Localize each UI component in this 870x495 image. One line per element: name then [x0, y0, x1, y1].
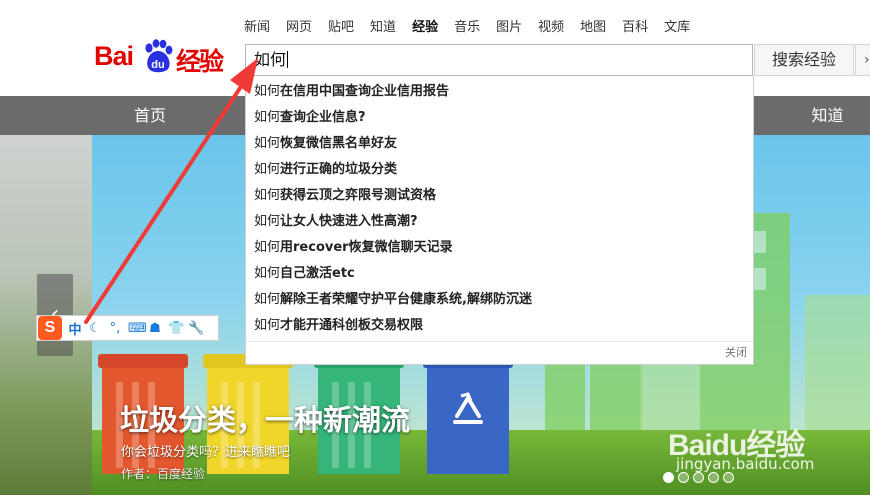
top-nav-web[interactable]: 网页 — [286, 19, 312, 37]
top-nav-news[interactable]: 新闻 — [244, 19, 270, 37]
banner-author: 作者：百度经验 — [121, 467, 206, 481]
suggestion-item[interactable]: 如何才能开通科创板交易权限 — [254, 313, 423, 339]
top-nav-zhidao[interactable]: 知道 — [370, 19, 396, 37]
paw-icon: du — [145, 39, 173, 73]
baidu-jingyan-logo[interactable]: Bai du 经验 — [94, 37, 234, 79]
user-icon[interactable]: ☗ — [148, 321, 162, 336]
divider — [246, 341, 753, 342]
main-nav-home[interactable]: 首页 — [100, 96, 200, 135]
top-nav-jingyan[interactable]: 经验 — [412, 19, 438, 37]
top-nav-map[interactable]: 地图 — [580, 19, 606, 37]
top-nav-tieba[interactable]: 贴吧 — [328, 19, 354, 37]
search-input[interactable]: 如何 — [245, 44, 753, 76]
logo-du-text: du — [151, 59, 164, 71]
banner-subtitle: 你会垃圾分类吗？进来瞧瞧吧 — [121, 445, 291, 460]
ime-mode-chinese[interactable]: 中 — [68, 319, 82, 338]
search-button[interactable]: 搜索经验 — [754, 44, 854, 76]
slide-indicators — [663, 472, 734, 483]
keyboard-icon[interactable]: ⌨ — [128, 321, 147, 336]
suggestion-item[interactable]: 如何查询企业信息? — [254, 105, 366, 131]
logo-jingyan-text: 经验 — [176, 47, 224, 76]
sogou-logo-icon[interactable]: S — [38, 316, 62, 340]
banner-title[interactable]: 垃圾分类，一种新潮流 — [120, 397, 410, 439]
top-nav-wenku[interactable]: 文库 — [664, 19, 690, 37]
watermark-url: jingyan.baidu.com — [676, 455, 815, 473]
recycle-icon — [453, 392, 483, 424]
suggestion-item[interactable]: 如何恢复微信黑名单好友 — [254, 131, 397, 157]
slide-dot[interactable] — [678, 472, 689, 483]
search-input-value: 如何 — [254, 50, 287, 69]
slide-dot[interactable] — [723, 472, 734, 483]
suggestion-close-link[interactable]: 关闭 — [725, 344, 747, 360]
top-nav: 新闻 网页 贴吧 知道 经验 音乐 图片 视频 地图 百科 文库 — [244, 19, 706, 37]
wrench-icon[interactable]: 🔧 — [188, 321, 204, 336]
suggestion-item[interactable]: 如何进行正确的垃圾分类 — [254, 157, 397, 183]
slide-dot[interactable] — [708, 472, 719, 483]
suggestion-item[interactable]: 如何获得云顶之弈限号测试资格 — [254, 183, 436, 209]
top-nav-baike[interactable]: 百科 — [622, 19, 648, 37]
suggestion-item[interactable]: 如何自己激活etc — [254, 261, 355, 287]
top-nav-music[interactable]: 音乐 — [454, 19, 480, 37]
suggestion-item[interactable]: 如何在信用中国查询企业信用报告 — [254, 79, 449, 105]
suggestion-item[interactable]: 如何让女人快速进入性高潮? — [254, 209, 418, 235]
slide-dot[interactable] — [693, 472, 704, 483]
more-button[interactable]: › — [855, 44, 870, 76]
suggestion-item[interactable]: 如何用recover恢复微信聊天记录 — [254, 235, 453, 261]
top-nav-images[interactable]: 图片 — [496, 19, 522, 37]
trash-bin-blue — [423, 354, 513, 474]
search-suggestion-dropdown: 如何在信用中国查询企业信用报告 如何查询企业信息? 如何恢复微信黑名单好友 如何… — [245, 76, 754, 365]
text-caret — [287, 51, 289, 68]
logo-bai-text: Bai — [94, 41, 134, 71]
main-nav-zhidao[interactable]: 知道 — [790, 96, 865, 135]
punctuation-icon[interactable]: °, — [108, 321, 122, 336]
suggestion-item[interactable]: 如何解除王者荣耀守护平台健康系统,解绑防沉迷 — [254, 287, 532, 313]
moon-icon[interactable]: ☾ — [88, 321, 102, 336]
ime-toolbar[interactable]: S 中 ☾ °, ⌨ ☗ 👕 🔧 — [36, 315, 219, 341]
top-nav-video[interactable]: 视频 — [538, 19, 564, 37]
skin-shirt-icon[interactable]: 👕 — [168, 321, 184, 336]
slide-dot[interactable] — [663, 472, 674, 483]
